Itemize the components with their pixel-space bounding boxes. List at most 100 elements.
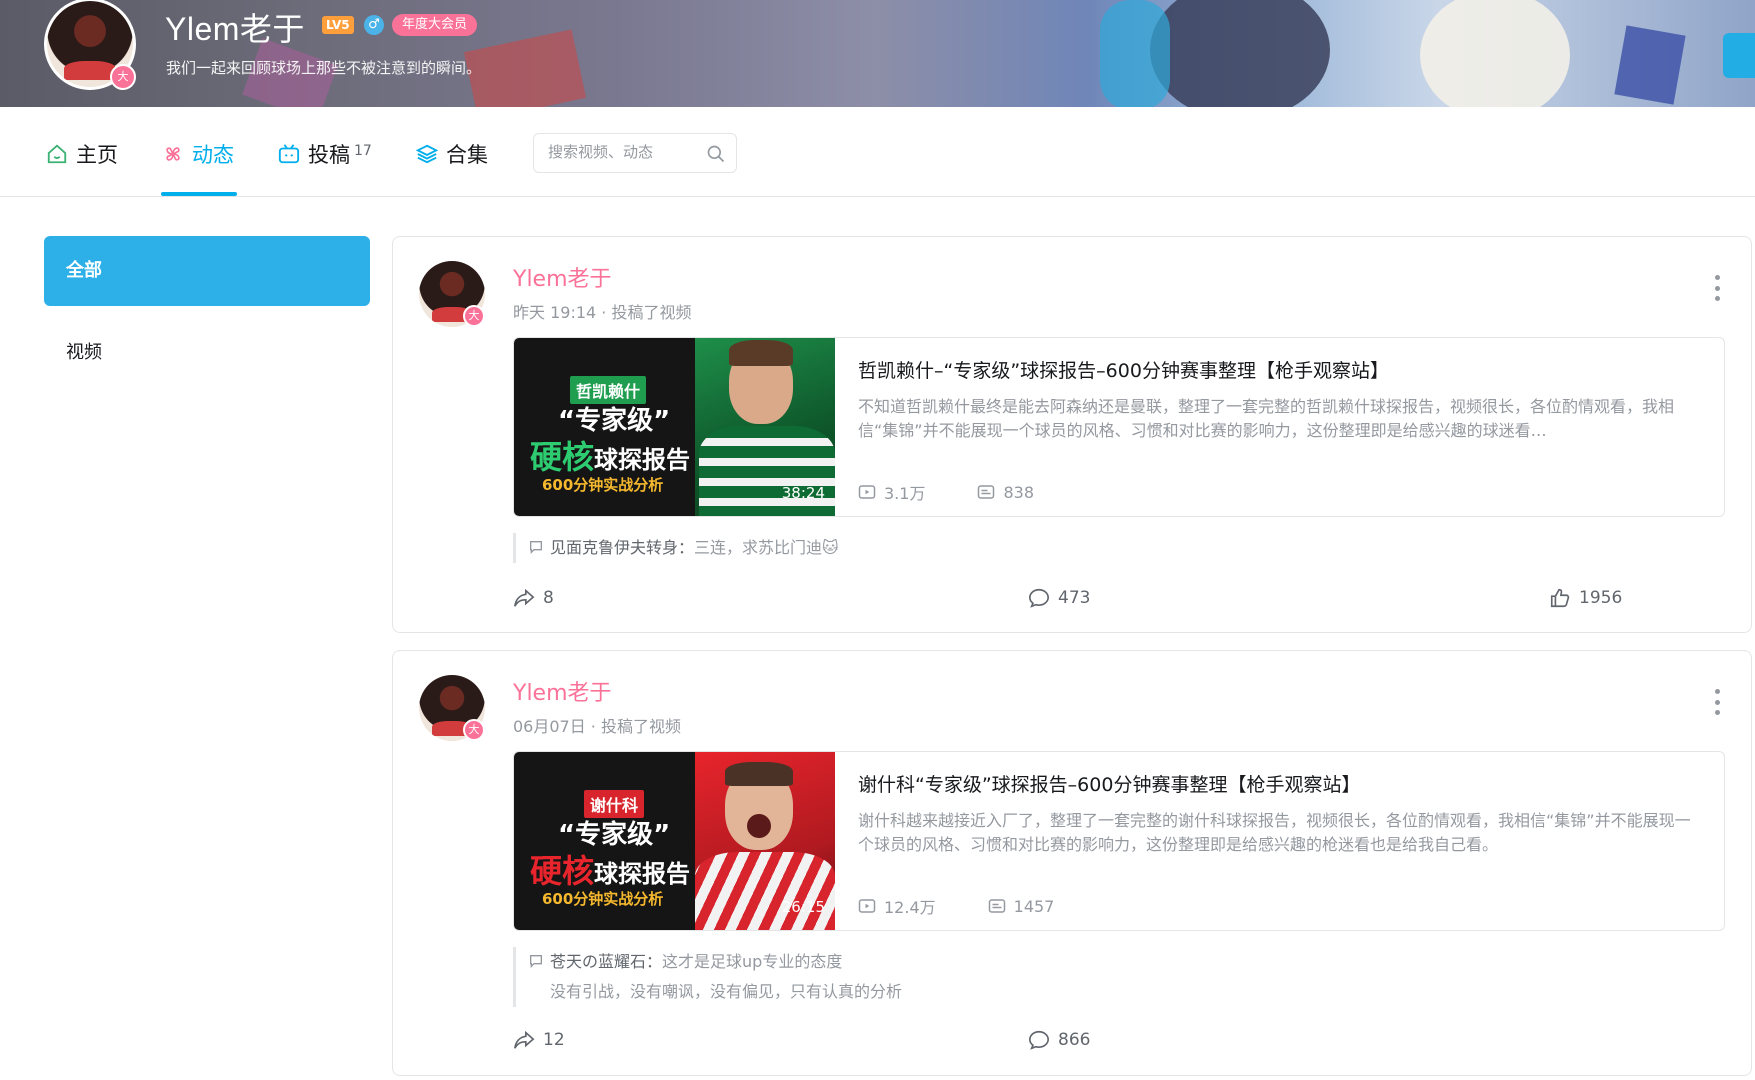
dynamic-card: 大 Ylem老于 06月07日 · 投稿了视频 谢什科 “专家级” 硬核球探报告…: [392, 650, 1752, 1076]
tv-icon: [278, 144, 300, 164]
video-info: 哲凯赖什–“专家级”球探报告–600分钟赛事整理【枪手观察站】 不知道哲凯赖什最…: [858, 356, 1698, 443]
comment-bubble-icon: [530, 541, 542, 554]
banner-illustration: [1420, 0, 1570, 107]
comment-count: 866: [1058, 1030, 1091, 1050]
video-title[interactable]: 哲凯赖什–“专家级”球探报告–600分钟赛事整理【枪手观察站】: [858, 356, 1698, 383]
post-author[interactable]: Ylem老于: [513, 261, 612, 293]
video-info: 谢什科“专家级”球探报告–600分钟赛事整理【枪手观察站】 谢什科越来越接近入厂…: [858, 770, 1698, 857]
banner-illustration: [463, 29, 587, 107]
thumb-accent-text: 硬核: [530, 852, 595, 890]
video-title[interactable]: 谢什科“专家级”球探报告–600分钟赛事整理【枪手观察站】: [858, 770, 1698, 797]
comment-button[interactable]: 473: [1028, 587, 1090, 609]
filter-all[interactable]: 全部: [44, 236, 370, 306]
post-meta: 昨天 19:14 · 投稿了视频: [513, 303, 692, 322]
banner-illustration: [1150, 0, 1330, 107]
video-duration: 38:24: [781, 484, 825, 502]
tab-home-label: 主页: [76, 143, 118, 167]
verified-badge: 大: [463, 719, 485, 741]
comment-button[interactable]: 866: [1028, 1029, 1090, 1051]
video-card[interactable]: 哲凯赖什 “专家级” 硬核球探报告 600分钟实战分析 38:24 哲凯赖什–“…: [513, 337, 1725, 517]
comment-text: 这才是足球up专业的态度: [662, 952, 843, 971]
share-count: 8: [543, 588, 554, 608]
video-stats: 12.4万 1457: [858, 894, 1054, 918]
thumb-line2: 硬核球探报告: [530, 432, 690, 478]
play-count: 12.4万: [858, 894, 936, 918]
vip-badge[interactable]: 年度大会员: [392, 14, 478, 36]
verified-badge: 大: [110, 64, 136, 90]
video-duration: 26:15: [781, 898, 825, 916]
like-count: 1956: [1579, 588, 1623, 608]
like-button[interactable]: 1956: [1549, 587, 1622, 609]
pinwheel-icon: [166, 147, 180, 161]
thumb-accent-text: 硬核: [530, 438, 595, 476]
dynamic-filter-sidebar: 全部 视频: [44, 236, 370, 400]
tab-dynamic[interactable]: 动态: [162, 137, 234, 171]
more-menu-icon[interactable]: [1715, 275, 1721, 301]
verified-badge: 大: [463, 305, 485, 327]
tab-dynamic-label: 动态: [192, 143, 234, 167]
thumb-line3: 600分钟实战分析: [542, 476, 664, 494]
home-icon: [47, 144, 67, 164]
thumbs-up-icon: [1550, 588, 1570, 608]
videos-count: 17: [354, 143, 372, 159]
top-comment[interactable]: 苍天の蓝耀石：这才是足球up专业的态度 没有引战，没有嘲讽，没有偏见，只有认真的…: [513, 947, 902, 1007]
danmaku-icon: [988, 899, 1005, 913]
tab-videos-label: 投稿: [308, 143, 350, 167]
share-icon: [514, 588, 535, 607]
tab-home[interactable]: 主页: [46, 137, 118, 171]
comment-bubble-icon: [530, 955, 542, 968]
search-icon[interactable]: [706, 144, 726, 164]
comment-text-line2: 没有引战，没有嘲讽，没有偏见，只有认真的分析: [550, 982, 903, 1001]
more-menu-icon[interactable]: [1715, 689, 1721, 715]
danmaku-count: 1457: [988, 896, 1055, 916]
profile-nav: 主页 动态 投稿 17 合集: [0, 107, 1755, 197]
comment-icon: [1029, 1030, 1049, 1050]
danmaku-icon: [978, 485, 995, 499]
active-tab-indicator: [161, 192, 237, 196]
play-count: 3.1万: [858, 480, 925, 504]
dynamic-card: 大 Ylem老于 昨天 19:14 · 投稿了视频 哲凯赖什 “专家级” 硬核球…: [392, 236, 1752, 633]
comment-count: 473: [1058, 588, 1091, 608]
banner-illustration: [1100, 0, 1170, 107]
share-count: 12: [543, 1030, 565, 1050]
share-icon: [514, 1030, 535, 1049]
video-description: 不知道哲凯赖什最终是能去阿森纳还是曼联，整理了一套完整的哲凯赖什球探报告，视频很…: [858, 397, 1675, 440]
comment-user[interactable]: 见面克鲁伊夫转身: [550, 538, 678, 557]
profile-username: Ylem老于: [165, 11, 305, 47]
search-input[interactable]: [548, 143, 698, 161]
video-description: 谢什科越来越接近入厂了，整理了一套完整的谢什科球探报告，视频很长，各位酌情观看，…: [858, 811, 1691, 854]
thumb-line2-rest: 球探报告: [594, 446, 691, 474]
post-author[interactable]: Ylem老于: [513, 675, 612, 707]
tab-collections-label: 合集: [446, 143, 488, 167]
share-button[interactable]: 8: [513, 587, 554, 609]
comment-icon: [1029, 588, 1049, 608]
video-card[interactable]: 谢什科 “专家级” 硬核球探报告 600分钟实战分析 26:15 谢什科“专家级…: [513, 751, 1725, 931]
filter-video[interactable]: 视频: [44, 318, 370, 388]
tab-collections[interactable]: 合集: [416, 137, 488, 171]
comment-user[interactable]: 苍天の蓝耀石: [550, 952, 646, 971]
thumb-line2: 硬核球探报告: [530, 846, 690, 892]
profile-signature: 我们一起来回顾球场上那些不被注意到的瞬间。: [166, 59, 482, 77]
danmaku-count-value: 1457: [1013, 896, 1055, 916]
search-box[interactable]: [533, 133, 737, 173]
share-button[interactable]: 12: [513, 1029, 565, 1051]
thumb-line3: 600分钟实战分析: [542, 890, 664, 908]
banner-illustration: [1614, 25, 1686, 105]
thumb-line2-rest: 球探报告: [594, 860, 691, 888]
play-count-value: 12.4万: [884, 898, 936, 917]
video-thumbnail[interactable]: 哲凯赖什 “专家级” 硬核球探报告 600分钟实战分析 38:24: [514, 338, 835, 516]
play-icon: [858, 899, 876, 913]
play-count-value: 3.1万: [884, 484, 926, 503]
layers-icon: [416, 144, 438, 164]
danmaku-count: 838: [977, 483, 1034, 502]
tab-videos[interactable]: 投稿 17: [278, 137, 372, 171]
video-thumbnail[interactable]: 谢什科 “专家级” 硬核球探报告 600分钟实战分析 26:15: [514, 752, 835, 930]
video-stats: 3.1万 838: [858, 480, 1034, 504]
follow-button[interactable]: [1723, 33, 1755, 78]
post-meta: 06月07日 · 投稿了视频: [513, 717, 681, 736]
danmaku-count-value: 838: [1003, 482, 1034, 502]
top-comment[interactable]: 见面克鲁伊夫转身：三连，求苏比门迪🐱: [513, 533, 839, 563]
level-badge: LV5: [322, 16, 354, 34]
play-icon: [858, 485, 876, 499]
male-icon: ♂: [364, 15, 384, 35]
